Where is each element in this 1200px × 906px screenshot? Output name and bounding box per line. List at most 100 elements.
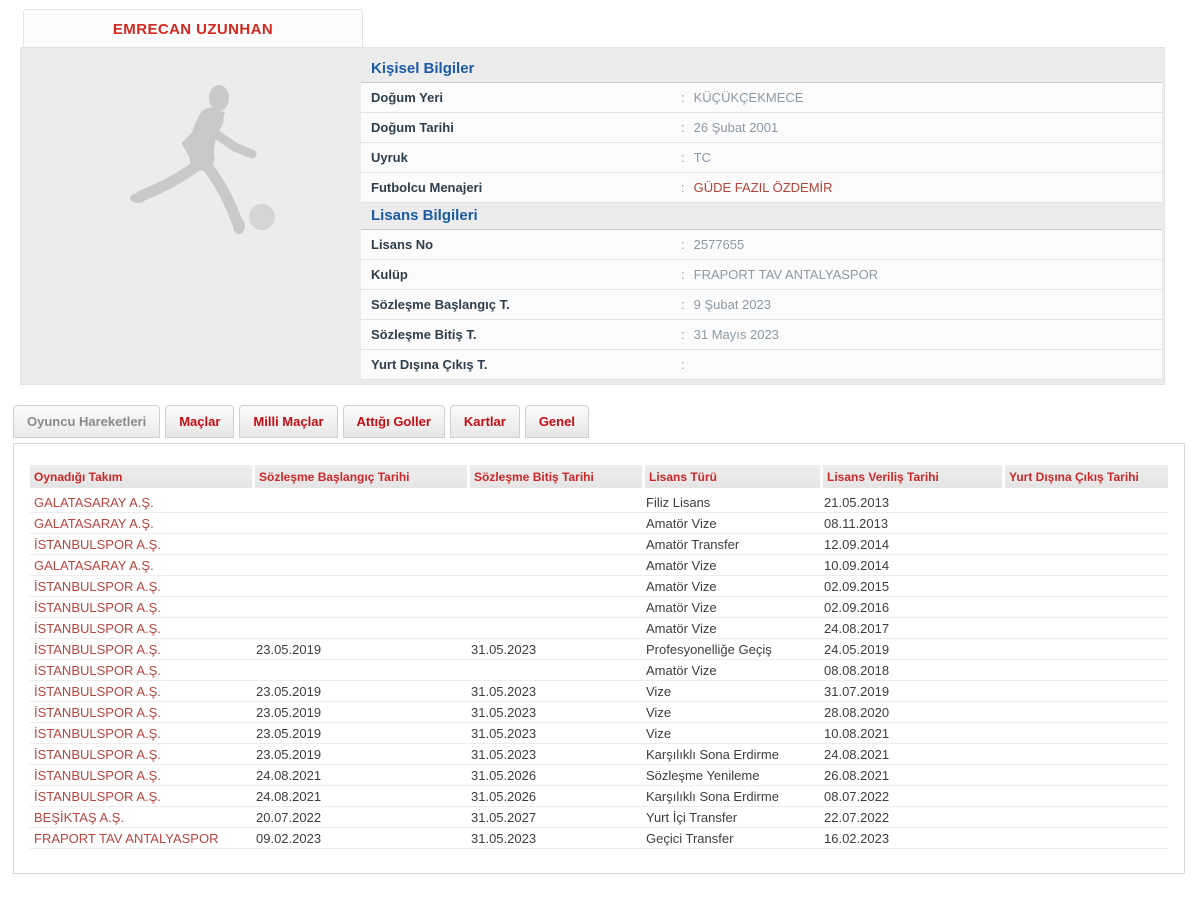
cell-abroad [1002,828,1168,849]
cell-start [252,660,467,681]
info-row-uyruk: Uyruk: TC [361,143,1162,173]
cell-type: Karşılıklı Sona Erdirme [642,786,820,807]
player-name-tab: EMRECAN UZUNHAN [23,9,363,48]
colon-separator: : [681,180,685,195]
team-link[interactable]: İSTANBULSPOR A.Ş. [30,786,252,807]
team-link[interactable]: GALATASARAY A.Ş. [30,513,252,534]
license-info-rows: Lisans No:2577655 Kulüp: FRAPORT TAV ANTAL… [361,230,1162,380]
cell-end: 31.05.2026 [467,786,642,807]
cell-start: 20.07.2022 [252,807,467,828]
colon-separator: : [681,267,685,282]
info-label: Yurt Dışına Çıkış T. [371,357,488,372]
info-value: TC [693,150,711,165]
cell-start: 24.08.2021 [252,765,467,786]
team-link[interactable]: İSTANBULSPOR A.Ş. [30,576,252,597]
team-link[interactable]: İSTANBULSPOR A.Ş. [30,534,252,555]
cell-abroad [1002,534,1168,555]
cell-issued: 10.08.2021 [820,723,1002,744]
tab-oyuncu-hareketleri[interactable]: Oyuncu Hareketleri [13,405,161,438]
cell-issued: 08.08.2018 [820,660,1002,681]
info-label: Uyruk [371,150,408,165]
tab-genel[interactable]: Genel [524,405,589,438]
tab-bar: Oyuncu Hareketleri Maçlar Milli Maçlar Attı… [13,405,589,438]
info-row-futbolcu-menajeri: Futbolcu Menajeri: GÜDE FAZIL ÖZDEMİR [361,173,1162,203]
info-label: Sözleşme Başlangıç T. [371,297,510,312]
cell-abroad [1002,660,1168,681]
cell-issued: 24.08.2021 [820,744,1002,765]
cell-abroad [1002,786,1168,807]
team-link[interactable]: FRAPORT TAV ANTALYASPOR [30,828,252,849]
info-label: Kulüp [371,267,408,282]
info-label: Lisans No [371,237,434,252]
team-link[interactable]: İSTANBULSPOR A.Ş. [30,744,252,765]
info-row-kul-p: Kulüp: FRAPORT TAV ANTALYASPOR [361,260,1162,290]
tab-ma-lar[interactable]: Maçlar [165,405,235,438]
info-row-lisans-no: Lisans No:2577655 [361,230,1162,260]
table-row: İSTANBULSPOR A.Ş. 24.08.2021 31.05.2026 Kar… [30,786,1168,807]
cell-start [252,555,467,576]
team-link[interactable]: İSTANBULSPOR A.Ş. [30,597,252,618]
cell-type: Sözleşme Yenileme [642,765,820,786]
player-name: EMRECAN UZUNHAN [112,20,274,38]
player-profile-page: { "meta": { "colon": ":" }, "player": { … [0,0,1200,906]
tab-milli-ma-lar[interactable]: Milli Maçlar [239,405,338,438]
player-photo-placeholder [21,48,361,384]
cell-type: Profesyonelliğe Geçiş [642,639,820,660]
table-row: İSTANBULSPOR A.Ş. Amatör Vize 08.08.2018 [30,660,1168,681]
cell-end [467,660,642,681]
team-link[interactable]: GALATASARAY A.Ş. [30,555,252,576]
team-link[interactable]: İSTANBULSPOR A.Ş. [30,639,252,660]
cell-abroad [1002,576,1168,597]
team-link[interactable]: BEŞİKTAŞ A.Ş. [30,807,252,828]
cell-abroad [1002,618,1168,639]
cell-start: 23.05.2019 [252,744,467,765]
table-header-row: Oynadığı Takım Sözleşme Başlangıç Tarihi S… [30,465,1168,492]
cell-abroad [1002,744,1168,765]
colon-separator: : [681,237,685,252]
column-header-s-zle-me-biti-tarihi: Sözleşme Bitiş Tarihi [467,465,642,492]
cell-start [252,597,467,618]
player-movements-panel: Oynadığı Takım Sözleşme Başlangıç Tarihi S… [13,443,1185,874]
cell-type: Amatör Vize [642,576,820,597]
manager-link[interactable]: GÜDE FAZIL ÖZDEMİR [694,180,833,195]
cell-issued: 21.05.2013 [820,492,1002,513]
team-link[interactable]: GALATASARAY A.Ş. [30,492,252,513]
team-link[interactable]: İSTANBULSPOR A.Ş. [30,660,252,681]
team-link[interactable]: İSTANBULSPOR A.Ş. [30,618,252,639]
table-row: İSTANBULSPOR A.Ş. 23.05.2019 31.05.2023 Viz… [30,681,1168,702]
football-icon [249,204,275,230]
team-link[interactable]: İSTANBULSPOR A.Ş. [30,723,252,744]
team-link[interactable]: İSTANBULSPOR A.Ş. [30,702,252,723]
cell-issued: 02.09.2015 [820,576,1002,597]
cell-start [252,513,467,534]
info-value: KÜÇÜKÇEKMECE [693,90,804,105]
tab-kartlar[interactable]: Kartlar [449,405,520,438]
column-header-lisans-t-r: Lisans Türü [642,465,820,492]
cell-abroad [1002,702,1168,723]
cell-end [467,513,642,534]
personal-info-title: Kişisel Bilgiler [361,56,1162,83]
cell-abroad [1002,492,1168,513]
table-row: GALATASARAY A.Ş. Filiz Lisans 21.05.2013 [30,492,1168,513]
table-row: İSTANBULSPOR A.Ş. 23.05.2019 31.05.2023 Viz… [30,702,1168,723]
team-link[interactable]: İSTANBULSPOR A.Ş. [30,765,252,786]
cell-end: 31.05.2026 [467,765,642,786]
cell-type: Vize [642,723,820,744]
tab-att-goller[interactable]: Attığı Goller [342,405,445,438]
column-header-oynad-tak-m: Oynadığı Takım [30,465,252,492]
personal-info-rows: Doğum Yeri: KÜÇÜKÇEKMECE Doğum Tarihi:26 Ş… [361,83,1162,203]
cell-type: Vize [642,702,820,723]
cell-start: 24.08.2021 [252,786,467,807]
table-row: GALATASARAY A.Ş. Amatör Vize 10.09.2014 [30,555,1168,576]
colon-separator: : [681,150,685,165]
info-row-do-um-tarihi: Doğum Tarihi:26 Şubat 2001 [361,113,1162,143]
cell-issued: 26.08.2021 [820,765,1002,786]
cell-end [467,576,642,597]
cell-issued: 24.05.2019 [820,639,1002,660]
cell-type: Karşılıklı Sona Erdirme [642,744,820,765]
team-link[interactable]: İSTANBULSPOR A.Ş. [30,681,252,702]
cell-issued: 10.09.2014 [820,555,1002,576]
table-row: İSTANBULSPOR A.Ş. 24.08.2021 31.05.2026 Söz… [30,765,1168,786]
cell-end: 31.05.2023 [467,702,642,723]
cell-type: Vize [642,681,820,702]
